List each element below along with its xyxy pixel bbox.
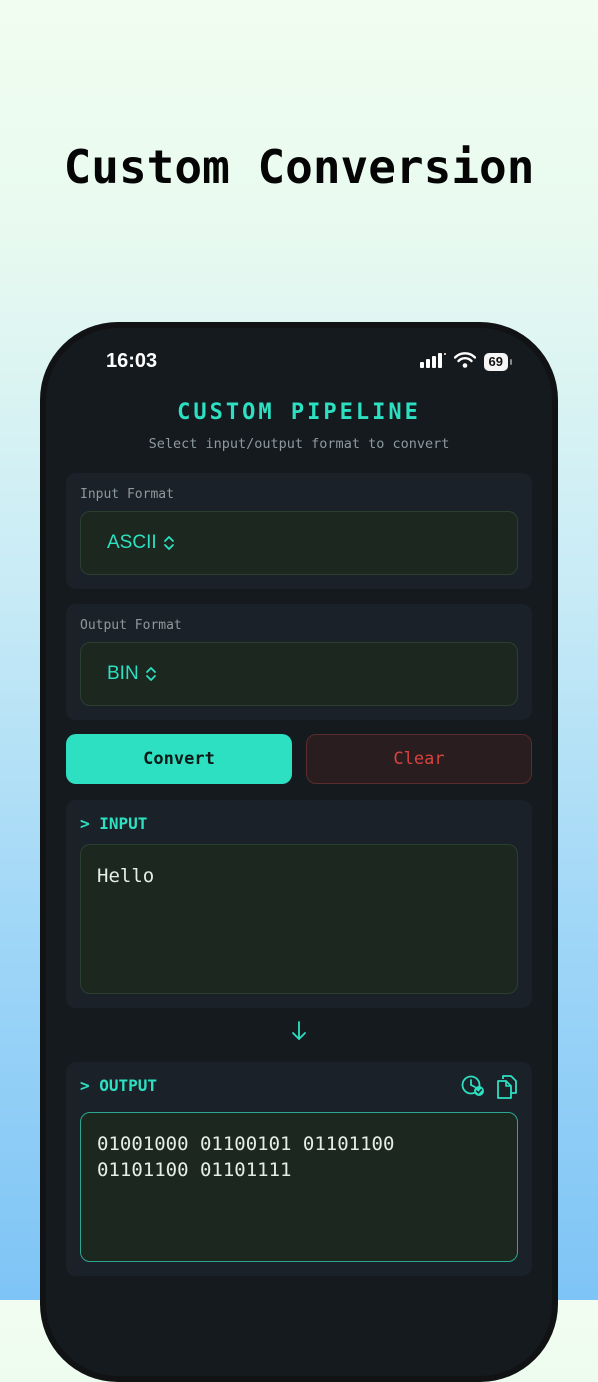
page-headline: Custom Conversion [63,140,535,194]
chevron-updown-icon [163,534,175,552]
input-format-label: Input Format [80,487,174,502]
output-format-value: BIN [107,663,139,684]
battery-indicator: 69 [483,353,513,371]
output-actions [460,1074,518,1104]
output-format-card: Output Format BIN [66,604,532,720]
app-title: CUSTOM PIPELINE [177,400,421,425]
signal-icon [419,352,446,372]
output-format-label: Output Format [80,618,182,633]
chevron-updown-icon [145,665,157,683]
output-section: > OUTPUT 01001000 01100101 01101100 0110… [66,1062,532,1276]
app-screen: 16:03 69 CUSTOM PIPELINE Select input/ou… [46,328,552,1376]
app-subtitle: Select input/output format to convert [148,436,450,452]
output-section-label: > OUTPUT [80,1076,158,1095]
copy-icon[interactable] [496,1074,518,1104]
arrow-down-icon [46,1020,552,1042]
convert-button[interactable]: Convert [66,734,292,784]
input-format-card: Input Format ASCII [66,473,532,589]
status-bar: 16:03 69 [46,350,552,380]
output-textarea: 01001000 01100101 01101100 01101100 0110… [80,1112,518,1262]
input-format-value: ASCII [107,532,157,553]
status-time: 16:03 [106,350,158,372]
phone-frame: 16:03 69 CUSTOM PIPELINE Select input/ou… [40,322,558,1382]
input-textarea[interactable]: Hello [80,844,518,994]
input-format-select[interactable]: ASCII [80,511,518,575]
clear-button[interactable]: Clear [306,734,532,784]
output-format-select[interactable]: BIN [80,642,518,706]
status-icons: 69 [419,352,513,372]
wifi-icon [453,352,476,372]
history-icon[interactable] [460,1074,486,1104]
input-section-label: > INPUT [80,814,148,833]
input-section: > INPUT Hello [66,800,532,1008]
